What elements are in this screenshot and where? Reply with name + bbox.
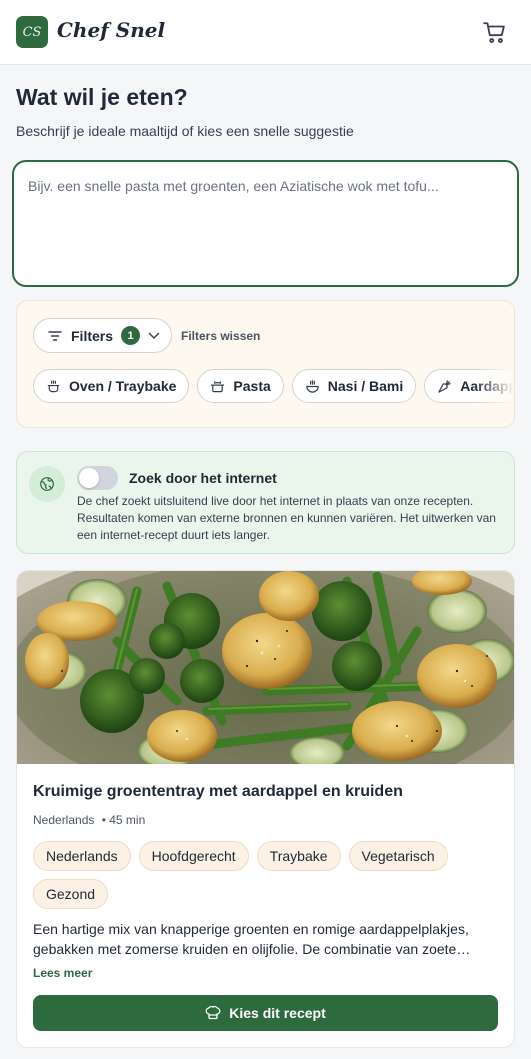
carrot-icon [438, 379, 451, 393]
choose-recipe-button[interactable]: Kies dit recept [33, 995, 498, 1031]
chips-scroll-fade [474, 361, 514, 411]
web-search-description: De chef zoekt uitsluitend live door het … [77, 494, 496, 542]
filters-panel: Filters 1 Filters wissen Oven / Traybake… [16, 300, 515, 428]
recipe-meta: Nederlands • 45 min [33, 813, 145, 827]
page-title: Wat wil je eten? [16, 84, 188, 110]
brand-name[interactable]: Chef Snel [57, 18, 165, 42]
cart-icon [483, 22, 505, 44]
chef-hat-icon [205, 1006, 221, 1020]
filters-count-badge: 1 [121, 326, 141, 345]
chip-nasi-bami[interactable]: Nasi / Bami [291, 369, 417, 403]
chip-label: Pasta [233, 378, 271, 394]
read-more-link[interactable]: Lees meer [33, 966, 92, 980]
recipe-title[interactable]: Kruimige groententray met aardappel en k… [33, 783, 403, 801]
chip-label: Oven / Traybake [69, 378, 177, 394]
filters-button-label: Filters [71, 327, 114, 344]
pot-icon [47, 379, 60, 392]
chip-pasta[interactable]: Pasta [197, 369, 284, 403]
filters-button[interactable]: Filters 1 [33, 318, 172, 353]
filter-lines-icon [48, 330, 62, 341]
recipe-tags: Nederlands Hoofdgerecht Traybake Vegetar… [33, 841, 503, 909]
bowl-icon [306, 379, 319, 393]
recipe-photo [17, 571, 514, 764]
recipe-tag: Vegetarisch [348, 841, 448, 871]
chevron-down-icon [148, 332, 160, 339]
recipe-tag: Hoofdgerecht [138, 841, 249, 871]
logo-text: CS [22, 24, 42, 40]
web-search-title: Zoek door het internet [129, 470, 277, 486]
pot-icon [211, 380, 225, 392]
recipe-tag: Traybake [256, 841, 341, 871]
page-subtitle: Beschrijf je ideale maaltijd of kies een… [16, 123, 354, 139]
cart-button[interactable] [482, 20, 508, 46]
toggle-knob [79, 468, 99, 488]
recipe-description: Een hartige mix van knapperige groenten … [33, 921, 471, 957]
recipe-card: Kruimige groententray met aardappel en k… [16, 570, 515, 1048]
app-header: CS Chef Snel [0, 0, 531, 65]
web-search-toggle[interactable] [77, 466, 118, 490]
logo[interactable]: CS [16, 16, 48, 48]
meal-prompt-input[interactable] [12, 160, 519, 287]
choose-recipe-label: Kies dit recept [229, 1005, 326, 1021]
suggestion-chips: Oven / Traybake Pasta Nasi / Bami Aardap… [33, 369, 514, 403]
recipe-time: • 45 min [101, 813, 146, 827]
web-search-panel: Zoek door het internet De chef zoekt uit… [16, 451, 515, 554]
recipe-cuisine: Nederlands [33, 813, 95, 827]
recipe-tag: Gezond [33, 879, 109, 909]
chip-oven-traybake[interactable]: Oven / Traybake [33, 369, 190, 403]
globe-icon [40, 477, 54, 491]
globe-icon-badge [29, 466, 65, 502]
clear-filters-link[interactable]: Filters wissen [181, 329, 260, 343]
recipe-tag: Nederlands [33, 841, 131, 871]
chip-label: Nasi / Bami [327, 378, 404, 394]
